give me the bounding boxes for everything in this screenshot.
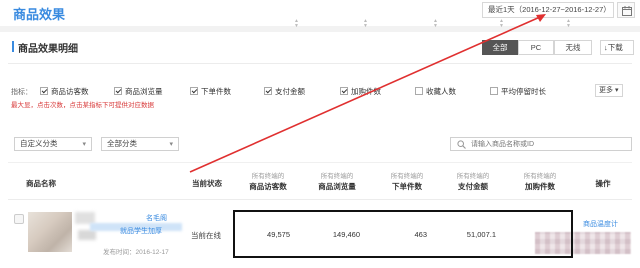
metric-checkbox-visitors[interactable]: 商品访客数 xyxy=(40,86,89,96)
row-checkbox[interactable] xyxy=(14,214,24,224)
segment-wireless[interactable]: 无线 xyxy=(554,40,592,55)
product-thermometer-link[interactable]: 商品温度计 xyxy=(583,219,618,229)
sort-icon[interactable]: ▲ ▼ xyxy=(363,19,368,29)
column-sublabel: 所有终端的 xyxy=(251,173,285,180)
calendar-button[interactable] xyxy=(617,2,635,18)
column-sublabel: 所有终端的 xyxy=(523,173,557,180)
publish-date: 发布时间：2016-12-17 xyxy=(103,249,169,256)
blurred-region xyxy=(78,230,96,240)
sort-icon[interactable]: ▲ ▼ xyxy=(294,19,299,29)
sort-icon[interactable]: ▲ ▼ xyxy=(566,19,571,29)
column-label: 加购件数 xyxy=(525,182,555,191)
checkbox-unchecked-icon xyxy=(490,87,498,95)
metric-checkbox-pageviews[interactable]: 商品浏览量 xyxy=(114,86,163,96)
metric-checkbox-avg-stay[interactable]: 平均停留时长 xyxy=(490,86,546,96)
more-button[interactable]: 更多 ▾ xyxy=(595,84,623,97)
metric-label: 商品浏览量 xyxy=(125,87,163,96)
metric-label: 平均停留时长 xyxy=(501,87,546,96)
checkbox-checked-icon xyxy=(264,87,272,95)
checkbox-checked-icon xyxy=(114,87,122,95)
checkbox-unchecked-icon xyxy=(415,87,423,95)
select-value: 自定义分类 xyxy=(20,139,58,148)
highlight-box xyxy=(233,210,573,258)
metric-checkbox-payment[interactable]: 支付金额 xyxy=(264,86,305,96)
column-sublabel: 所有终端的 xyxy=(320,173,354,180)
column-label: 当前状态 xyxy=(192,179,222,188)
checkbox-checked-icon xyxy=(190,87,198,95)
column-orders[interactable]: 所有终端的 下单件数 xyxy=(382,172,432,192)
header-separator xyxy=(0,26,640,32)
date-range-display[interactable]: 最近1天（2016-12-27~2016-12-27） xyxy=(482,2,614,18)
page-title: 商品效果 xyxy=(13,7,66,22)
section-title: 商品效果明细 xyxy=(18,44,78,55)
page-header: 商品效果 最近1天（2016-12-27~2016-12-27） xyxy=(0,0,640,28)
segment-all[interactable]: 全部 xyxy=(482,40,518,55)
column-carts[interactable]: 所有终端的 加购件数 xyxy=(515,172,565,192)
column-label: 商品浏览量 xyxy=(318,182,356,191)
column-visitors[interactable]: 所有终端的商品访客数 xyxy=(243,172,293,192)
metric-label: 下单件数 xyxy=(201,87,231,96)
more-label: 更多 xyxy=(599,87,613,94)
metric-label: 商品访客数 xyxy=(51,87,89,96)
chevron-down-icon: ▾ xyxy=(82,141,86,148)
column-label: 商品访客数 xyxy=(249,182,287,191)
metric-label: 支付金额 xyxy=(275,87,305,96)
sort-icon[interactable]: ▲ ▼ xyxy=(499,19,504,29)
calendar-icon xyxy=(622,6,632,16)
segment-pc[interactable]: PC xyxy=(518,40,554,55)
all-category-select[interactable]: 全部分类 ▾ xyxy=(101,137,179,151)
column-status: 当前状态 xyxy=(182,178,232,189)
column-label: 操作 xyxy=(595,179,611,188)
checkbox-checked-icon xyxy=(40,87,48,95)
product-thumbnail[interactable] xyxy=(28,212,72,252)
download-button[interactable]: ↓下载 xyxy=(600,40,634,55)
metric-label: 收藏人数 xyxy=(426,87,456,96)
column-sublabel: 所有终端的 xyxy=(456,173,490,180)
checkbox-checked-icon xyxy=(340,87,348,95)
select-value: 全部分类 xyxy=(107,139,137,148)
metric-checkbox-orders[interactable]: 下单件数 xyxy=(190,86,231,96)
search-input[interactable] xyxy=(471,139,626,149)
section-accent-bar xyxy=(12,41,14,52)
metric-checkbox-favorites[interactable]: 收藏人数 xyxy=(415,86,456,96)
column-product-name: 商品名称 xyxy=(26,178,76,189)
metrics-label: 指标： xyxy=(11,89,32,96)
product-name-line1[interactable]: 名毛阁 xyxy=(146,213,167,223)
status-cell: 当前在线 xyxy=(191,231,221,240)
column-payment[interactable]: 所有终端的 支付金额 xyxy=(448,172,498,192)
search-icon xyxy=(457,140,466,149)
product-search[interactable] xyxy=(450,137,632,151)
custom-category-select[interactable]: 自定义分类 ▾ xyxy=(14,137,92,151)
column-label: 商品名称 xyxy=(26,179,56,188)
sort-icon[interactable]: ▲ ▼ xyxy=(433,19,438,29)
metrics-hint: 最大显，点击次数，点击某指标下可提供对应数据 xyxy=(11,102,154,109)
column-label: 支付金额 xyxy=(458,182,488,191)
column-label: 下单件数 xyxy=(392,182,422,191)
column-pageviews[interactable]: 所有终端的商品浏览量 xyxy=(312,172,362,192)
chevron-down-icon: ▾ xyxy=(169,141,173,148)
metric-checkbox-carts[interactable]: 加购件数 xyxy=(340,86,381,96)
chevron-down-icon: ▾ xyxy=(614,87,619,94)
column-actions: 操作 xyxy=(588,178,618,189)
section-divider xyxy=(8,63,632,64)
metric-label: 加购件数 xyxy=(351,87,381,96)
product-name-line2[interactable]: 就品学生加厚 xyxy=(120,226,162,236)
column-sublabel: 所有终端的 xyxy=(390,173,424,180)
